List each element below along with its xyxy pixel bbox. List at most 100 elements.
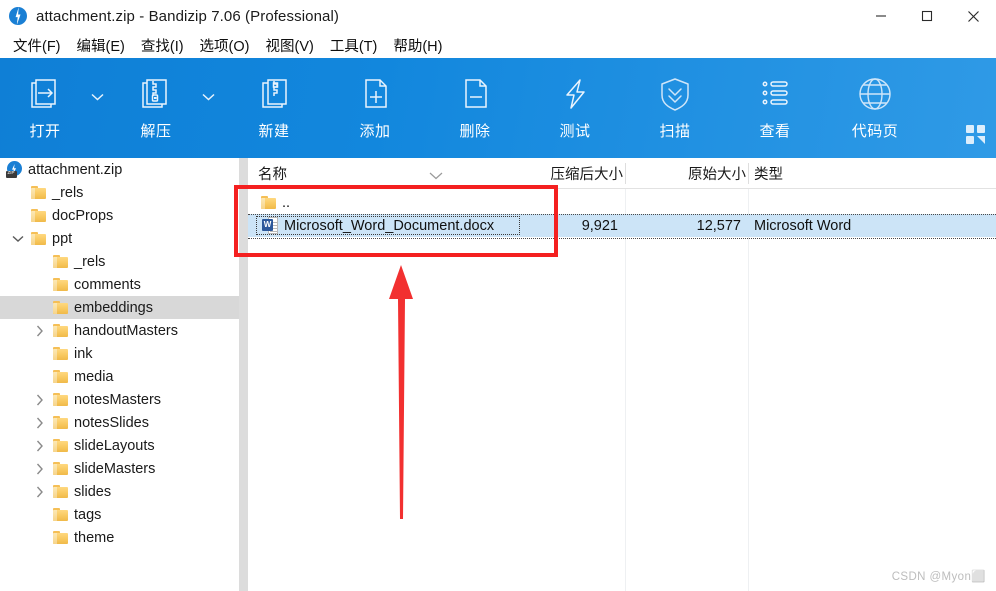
file-name-label: ..: [282, 194, 291, 211]
tree-item-theme[interactable]: theme: [0, 526, 239, 549]
toolbar-delete[interactable]: 删除: [437, 58, 513, 158]
table-row[interactable]: ..: [248, 191, 996, 214]
test-lightning-icon: [555, 72, 595, 116]
tree-item-slidelayouts[interactable]: slideLayouts: [0, 434, 239, 457]
tree-item-label: slideLayouts: [74, 437, 155, 454]
layout-grid-icon[interactable]: [965, 124, 987, 146]
bandizip-icon: [9, 7, 27, 25]
menu-help[interactable]: 帮助(H): [385, 33, 450, 58]
panel-splitter[interactable]: [239, 158, 248, 591]
tree-item-notesslides[interactable]: notesSlides: [0, 411, 239, 434]
folder-icon: [50, 526, 70, 549]
tree-item-ink[interactable]: ink: [0, 342, 239, 365]
column-type[interactable]: 类型: [754, 158, 783, 189]
toolbar-delete-label: 删除: [459, 123, 491, 140]
tree-item-label: ink: [74, 345, 93, 362]
tree-item-notesmasters[interactable]: notesMasters: [0, 388, 239, 411]
packed-size-cell: 9,921: [581, 217, 618, 234]
toolbar-test-label: 测试: [559, 123, 591, 140]
toolbar-scan-label: 扫描: [659, 123, 691, 140]
toolbar-open[interactable]: 打开: [7, 58, 83, 158]
column-packed-size[interactable]: 压缩后大小: [453, 158, 624, 189]
toolbar-add[interactable]: 添加: [337, 58, 413, 158]
tree-item-rels[interactable]: _rels: [0, 181, 239, 204]
tree-item-label: _rels: [74, 253, 106, 270]
folder-tree[interactable]: attachment.zip _rels docPropsppt _relscomm…: [0, 158, 239, 591]
tree-item-label: comments: [74, 276, 141, 293]
tree-item-label: slides: [74, 483, 112, 500]
toolbar-view-label: 查看: [759, 123, 791, 140]
tree-item-media[interactable]: media: [0, 365, 239, 388]
tree-item-label: notesMasters: [74, 391, 162, 408]
menu-view[interactable]: 视图(V): [257, 33, 321, 58]
folder-icon: [28, 181, 48, 204]
toolbar-codepage[interactable]: 代码页: [837, 58, 913, 158]
toolbar-test[interactable]: 测试: [537, 58, 613, 158]
file-list-header: 名称 压缩后大小 原始大小 类型: [248, 158, 996, 189]
toolbar: 打开 解压 新建 添加 删除 测试 扫描 查看 代码页: [0, 58, 996, 158]
type-cell: Microsoft Word: [754, 217, 852, 234]
folder-icon: [258, 191, 278, 214]
chevron-right-icon[interactable]: [30, 319, 50, 342]
menu-tools[interactable]: 工具(T): [322, 33, 386, 58]
zip-file-icon: [4, 158, 24, 181]
open-archive-icon: [25, 72, 65, 116]
tree-item-slides[interactable]: slides: [0, 480, 239, 503]
tree-item-tags[interactable]: tags: [0, 503, 239, 526]
close-icon[interactable]: [950, 0, 996, 32]
table-row[interactable]: W Microsoft_Word_Document.docx 9,921 12,…: [248, 214, 996, 239]
column-name[interactable]: 名称: [258, 158, 287, 189]
tree-item-ppt[interactable]: ppt: [0, 227, 239, 250]
add-file-icon: [355, 72, 395, 116]
menu-edit[interactable]: 编辑(E): [69, 33, 133, 58]
tree-item-label: notesSlides: [74, 414, 149, 431]
window-controls: [858, 0, 996, 32]
chevron-right-icon[interactable]: [30, 480, 50, 503]
folder-icon: [50, 480, 70, 503]
folder-icon: [50, 388, 70, 411]
toolbar-codepage-label: 代码页: [851, 123, 899, 140]
folder-icon: [50, 342, 70, 365]
toolbar-view[interactable]: 查看: [737, 58, 813, 158]
menu-options[interactable]: 选项(O): [192, 33, 258, 58]
tree-item-label: media: [74, 368, 114, 385]
tree-item-label: tags: [74, 506, 102, 523]
toolbar-extract-dropdown[interactable]: [194, 58, 222, 158]
chevron-right-icon[interactable]: [30, 388, 50, 411]
bandizip-window: attachment.zip - Bandizip 7.06 (Professi…: [0, 0, 996, 591]
toolbar-extract[interactable]: 解压: [118, 58, 194, 158]
toolbar-scan[interactable]: 扫描: [637, 58, 713, 158]
extract-icon: [136, 72, 176, 116]
tree-item-root[interactable]: attachment.zip: [0, 158, 239, 181]
folder-icon: [50, 273, 70, 296]
tree-item-slidemasters[interactable]: slideMasters: [0, 457, 239, 480]
toolbar-open-label: 打开: [29, 123, 61, 140]
tree-item-docprops[interactable]: docProps: [0, 204, 239, 227]
chevron-right-icon[interactable]: [30, 434, 50, 457]
tree-item-rels[interactable]: _rels: [0, 250, 239, 273]
folder-icon: [50, 296, 70, 319]
maximize-icon[interactable]: [904, 0, 950, 32]
chevron-right-icon[interactable]: [30, 457, 50, 480]
chevron-down-icon[interactable]: [8, 227, 28, 250]
minimize-icon[interactable]: [858, 0, 904, 32]
tree-item-label: _rels: [52, 184, 84, 201]
folder-icon: [28, 227, 48, 250]
toolbar-new[interactable]: 新建: [236, 58, 312, 158]
chevron-right-icon[interactable]: [30, 411, 50, 434]
toolbar-open-dropdown[interactable]: [83, 58, 111, 158]
view-list-icon: [755, 72, 795, 116]
menu-find[interactable]: 查找(I): [133, 33, 192, 58]
tree-item-comments[interactable]: comments: [0, 273, 239, 296]
folder-icon: [50, 411, 70, 434]
tree-item-label: attachment.zip: [28, 161, 123, 178]
tree-item-embeddings[interactable]: embeddings: [0, 296, 239, 319]
tree-item-handoutmasters[interactable]: handoutMasters: [0, 319, 239, 342]
column-original-size[interactable]: 原始大小: [628, 158, 746, 189]
menu-file[interactable]: 文件(F): [5, 33, 69, 58]
